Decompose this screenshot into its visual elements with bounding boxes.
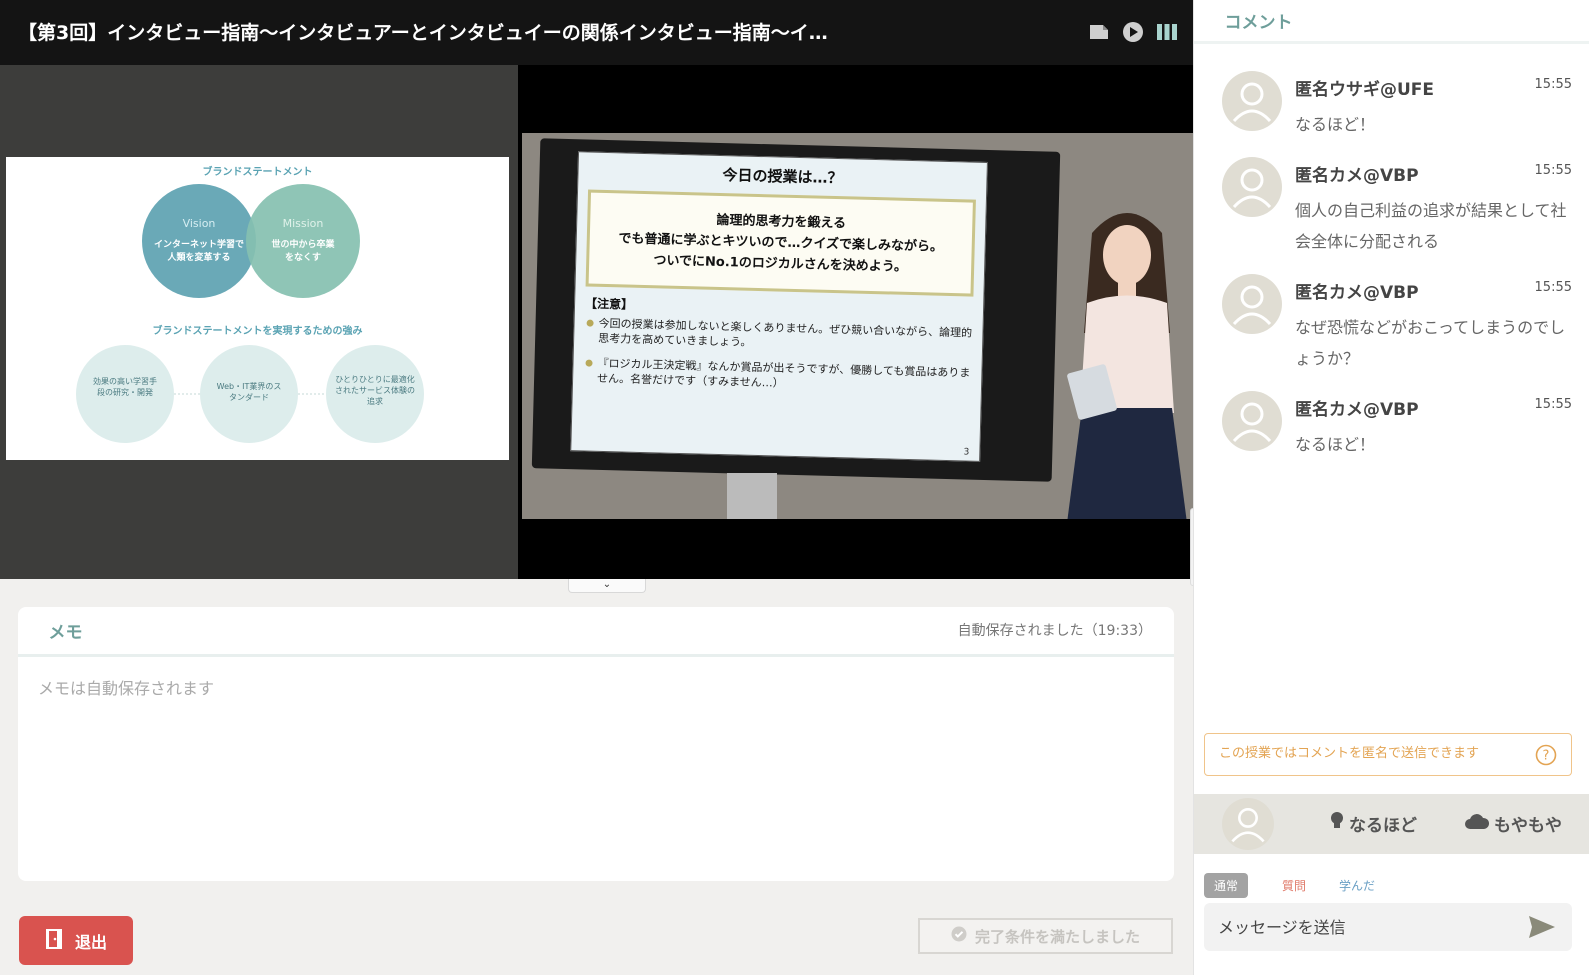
- moyamoya-button[interactable]: もやもや: [1464, 811, 1562, 836]
- strength-2: Web・IT業界のスタンダード: [216, 382, 282, 402]
- comment-text: なるほど！: [1295, 435, 1376, 454]
- completion-button[interactable]: 完了条件を満たしました: [918, 918, 1173, 954]
- comment-time: 15:55: [1534, 280, 1572, 295]
- comment-author: 匿名カメ@VBP: [1295, 166, 1419, 186]
- send-icon[interactable]: [1528, 915, 1556, 943]
- slide-image: ブランドステートメント Vision インターネット学習で人類を変革する Mis…: [6, 157, 509, 460]
- naruhodo-label: なるほど: [1349, 816, 1417, 836]
- comment-text: なるほど！: [1295, 115, 1376, 134]
- presenter: [1067, 213, 1187, 519]
- mission-title: Mission: [282, 217, 324, 230]
- video-area: ブランドステートメント Vision インターネット学習で人類を変革する Mis…: [0, 65, 1204, 586]
- completion-label: 完了条件を満たしました: [974, 927, 1140, 946]
- naruhodo-button[interactable]: なるほど: [1329, 811, 1417, 836]
- mission-text: 世の中から卒業をなくす: [271, 240, 335, 263]
- door-icon: [45, 928, 63, 954]
- comment-author: 匿名カメ@VBP: [1295, 283, 1419, 303]
- moyamoya-label: もやもや: [1494, 816, 1562, 836]
- lightbulb-icon: [1329, 811, 1345, 836]
- anonymous-notice: この授業ではコメントを匿名で送信できます ?: [1204, 733, 1572, 776]
- memo-panel: メモ 自動保存されました（19:33）: [18, 607, 1174, 881]
- message-input[interactable]: [1218, 913, 1518, 941]
- cloud-icon: [1464, 812, 1490, 835]
- anonymous-notice-text: この授業ではコメントを匿名で送信できます: [1219, 746, 1480, 761]
- tv-monitor: 今日の授業は…？ 論理的思考力を鍛える でも普通に学ぶとキツいので…クイズで楽し…: [531, 138, 1061, 482]
- comment-time: 15:55: [1534, 397, 1572, 412]
- tv-slide-heading: 今日の授業は…？: [722, 166, 843, 188]
- tv-stand: [727, 473, 777, 519]
- tv-slide-box: 論理的思考力を鍛える でも普通に学ぶとキツいので…クイズで楽しみながら。 ついで…: [585, 189, 976, 297]
- lesson-title: 【第3回】インタビュー指南〜インタビュアーとインタビュイーの関係インタビュー指南…: [18, 22, 828, 44]
- tv-page-number: 3: [963, 447, 970, 458]
- collapse-video-button[interactable]: ⌄: [568, 579, 646, 593]
- vision-title: Vision: [182, 217, 216, 230]
- comment-author: 匿名ウサギ@UFE: [1295, 80, 1435, 100]
- exit-label: 退出: [74, 932, 107, 952]
- tv-bullet: 『ロジカル王決定戦』なんか賞品が出そうですが、優勝しても賞品はありません。名誉だ…: [597, 356, 972, 396]
- reaction-bar: なるほど もやもや: [1194, 794, 1589, 854]
- tv-bullet: 今回の授業は参加しないと楽しくありません。ぜひ競い合いながら、論理的思考力を高め…: [598, 316, 973, 356]
- brand-statement-label: ブランドステートメント: [202, 167, 313, 178]
- video-toggle-icon[interactable]: [1121, 20, 1145, 44]
- strength-1: 効果の高い学習手段の研究・開発: [93, 377, 157, 397]
- memo-textarea[interactable]: [38, 675, 1148, 865]
- mode-question-tab[interactable]: 質問: [1272, 873, 1316, 898]
- lecture-video[interactable]: 今日の授業は…？ 論理的思考力を鍛える でも普通に学ぶとキツいので…クイズで楽し…: [522, 133, 1193, 519]
- title-bar: 【第3回】インタビュー指南〜インタビュアーとインタビュイーの関係インタビュー指南…: [0, 0, 1193, 65]
- mode-normal-tab[interactable]: 通常: [1204, 873, 1249, 898]
- slide-panel: ブランドステートメント Vision インターネット学習で人類を変革する Mis…: [0, 65, 518, 579]
- comment-text: なぜ恐慌などがおこってしまうのでしょうか？: [1295, 318, 1566, 368]
- comment-panel: コメント 匿名ウサギ@UFE 15:55 なるほど！ 匿名カメ@VBP 15:5…: [1193, 0, 1589, 975]
- layout-toggle-icon[interactable]: [1155, 20, 1179, 44]
- avatar: [1222, 157, 1282, 217]
- check-circle-icon: [951, 926, 967, 946]
- avatar: [1222, 391, 1282, 451]
- my-avatar: [1222, 798, 1274, 850]
- exit-button[interactable]: 退出: [19, 916, 133, 965]
- tv-slide: 今日の授業は…？ 論理的思考力を鍛える でも普通に学ぶとキツいので…クイズで楽し…: [570, 151, 988, 462]
- vision-text: インターネット学習で人類を変革する: [153, 240, 244, 263]
- tab-comments[interactable]: コメント: [1194, 8, 1323, 44]
- strength-3: ひとりひとりに最適化されたサービス体験の追求: [335, 375, 415, 406]
- comment-divider: [1194, 41, 1589, 44]
- main-area: 【第3回】インタビュー指南〜インタビュアーとインタビュイーの関係インタビュー指南…: [0, 0, 1204, 975]
- help-icon[interactable]: ?: [1535, 743, 1557, 783]
- comment-time: 15:55: [1534, 163, 1572, 178]
- avatar: [1222, 274, 1282, 334]
- comment-author: 匿名カメ@VBP: [1295, 400, 1419, 420]
- comment-time: 15:55: [1534, 77, 1572, 92]
- autosave-status: 自動保存されました（19:33）: [957, 623, 1152, 639]
- svg-text:?: ?: [1543, 749, 1550, 764]
- avatar: [1222, 71, 1282, 131]
- comment-text: 個人の自己利益の追求が結果として社会全体に分配される: [1295, 201, 1567, 251]
- message-box: [1204, 903, 1572, 951]
- memo-divider: [18, 654, 1174, 657]
- tab-memo[interactable]: メモ: [18, 617, 113, 657]
- slide-toggle-icon[interactable]: [1087, 20, 1111, 44]
- mode-learned-tab[interactable]: 学んだ: [1329, 873, 1385, 898]
- strengths-title: ブランドステートメントを実現するための強み: [152, 326, 363, 337]
